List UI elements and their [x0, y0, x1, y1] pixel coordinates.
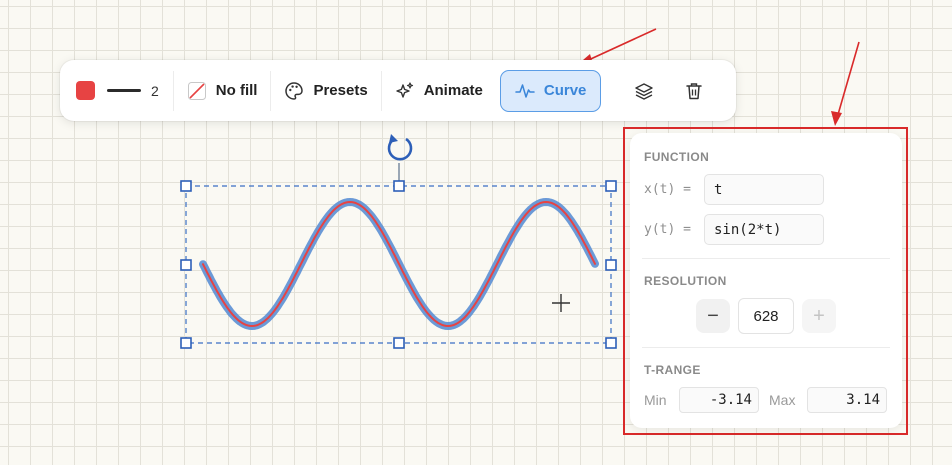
y-function-row: y(t) = sin(2*t): [644, 214, 888, 245]
curve-icon: [515, 81, 535, 101]
sparkles-icon: [395, 81, 415, 101]
trange-section-title: T-RANGE: [644, 363, 701, 377]
stroke-color-swatch[interactable]: [76, 81, 95, 100]
layers-button[interactable]: [623, 70, 665, 112]
fill-button[interactable]: No fill: [178, 70, 267, 112]
toolbar-divider: [172, 70, 174, 111]
animate-label: Animate: [423, 82, 483, 99]
animate-button[interactable]: Animate: [386, 70, 492, 112]
shape-toolbar: 2 No fill Presets Animate Curve: [60, 60, 736, 121]
panel-divider: [642, 258, 890, 259]
resize-handle-bottom-right[interactable]: [605, 337, 617, 349]
curve-button[interactable]: Curve: [499, 69, 602, 112]
x-function-label: x(t) =: [644, 182, 691, 197]
stroke-width-value: 2: [151, 82, 159, 99]
resize-handle-left[interactable]: [180, 259, 192, 271]
y-function-input[interactable]: sin(2*t): [704, 214, 824, 245]
fill-label: No fill: [215, 82, 258, 99]
move-cursor-icon: [552, 294, 570, 312]
layers-icon: [634, 81, 654, 101]
function-panel: FUNCTION x(t) = t y(t) = sin(2*t) RESOLU…: [630, 133, 902, 428]
palette-icon: [284, 81, 304, 101]
delete-button[interactable]: [673, 70, 715, 112]
resolution-decrement-button[interactable]: −: [696, 299, 730, 333]
annotation-arrow: [831, 41, 860, 126]
panel-divider: [642, 347, 890, 348]
x-function-input[interactable]: t: [704, 174, 824, 205]
presets-button[interactable]: Presets: [275, 70, 376, 112]
max-input[interactable]: 3.14: [807, 387, 887, 413]
no-fill-icon: [187, 81, 207, 101]
function-section-title: FUNCTION: [644, 150, 710, 164]
stroke-style-button[interactable]: 2: [70, 60, 169, 121]
resize-handle-bottom-left[interactable]: [180, 337, 192, 349]
curve-label: Curve: [543, 82, 587, 99]
x-function-row: x(t) = t: [644, 174, 888, 205]
presets-label: Presets: [313, 82, 368, 99]
sine-curve[interactable]: [202, 201, 596, 327]
resolution-section-title: RESOLUTION: [644, 274, 727, 288]
resize-handle-top-right[interactable]: [605, 180, 617, 192]
resize-handle-top-left[interactable]: [180, 180, 192, 192]
resize-handle-right[interactable]: [605, 259, 617, 271]
trash-icon: [684, 81, 704, 101]
min-label: Min: [644, 392, 667, 408]
resize-handle-top[interactable]: [393, 180, 405, 192]
resolution-stepper: − 628 +: [644, 298, 888, 334]
toolbar-divider: [270, 70, 272, 111]
y-function-label: y(t) =: [644, 222, 691, 237]
rotate-handle[interactable]: [387, 134, 413, 186]
resize-handle-bottom[interactable]: [393, 337, 405, 349]
max-label: Max: [769, 392, 796, 408]
resolution-value[interactable]: 628: [738, 298, 794, 334]
stroke-line-icon: [107, 89, 141, 92]
min-input[interactable]: -3.14: [679, 387, 759, 413]
resolution-increment-button[interactable]: +: [802, 299, 836, 333]
trange-row: Min -3.14 Max 3.14: [644, 387, 888, 413]
toolbar-divider: [380, 70, 382, 111]
